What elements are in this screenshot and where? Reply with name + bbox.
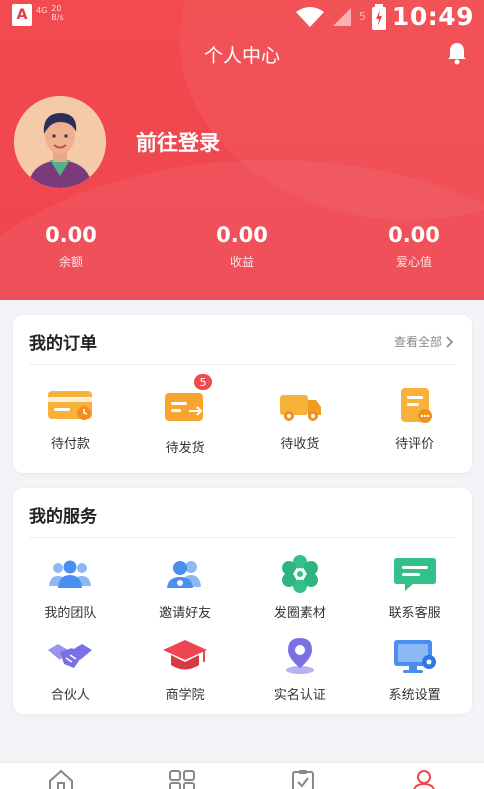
orders-card: 我的订单 查看全部 待付款 5 待发货 待收货 待评价 [13, 315, 472, 473]
order-pending-payment[interactable]: 待付款 [13, 385, 128, 456]
order-pending-review[interactable]: 待评价 [357, 385, 472, 456]
service-invite-friends[interactable]: 邀请好友 [128, 554, 243, 621]
stat-label: 收益 [229, 255, 254, 269]
services-title: 我的服务 [29, 507, 97, 527]
service-real-name-verification[interactable]: 实名认证 [243, 636, 358, 703]
service-system-settings[interactable]: 系统设置 [357, 636, 472, 703]
service-my-team[interactable]: 我的团队 [13, 554, 128, 621]
stat-value: 0.00 [388, 223, 440, 247]
service-label: 联系客服 [388, 606, 441, 621]
avatar[interactable] [14, 96, 106, 188]
graduation-cap-icon [163, 640, 208, 670]
tab-home[interactable] [0, 763, 121, 789]
service-label: 邀请好友 [159, 606, 212, 621]
services-card: 我的服务 我的团队 邀请好友 发圈素材 联系客服 合伙人 商学院 实名认证 系统… [13, 488, 472, 714]
service-partner[interactable]: 合伙人 [13, 636, 128, 703]
service-label: 系统设置 [388, 688, 441, 703]
home-icon [48, 769, 73, 789]
customer-service-chat-icon [393, 558, 436, 591]
shipment-icon [165, 393, 204, 421]
wifi-icon [295, 6, 324, 27]
invite-friend-icon [167, 561, 202, 588]
faint-status-text: 5 [358, 10, 366, 23]
tab-profile[interactable] [363, 763, 484, 789]
tab-orders[interactable] [242, 763, 363, 789]
bottom-tab-bar [0, 762, 484, 789]
status-time: 10:49 [391, 2, 474, 31]
stat-earnings[interactable]: 0.00 收益 [177, 223, 307, 270]
category-grid-icon [168, 770, 195, 789]
team-icon [49, 560, 92, 588]
view-all-orders-link[interactable]: 查看全部 [394, 333, 454, 350]
service-label: 我的团队 [44, 606, 97, 621]
review-document-icon [400, 388, 432, 423]
card-divider [29, 537, 456, 538]
order-label: 待付款 [50, 437, 90, 452]
order-label: 待评价 [395, 437, 435, 452]
service-business-school[interactable]: 商学院 [128, 636, 243, 703]
status-bar: A 4G 20 B/s 5 10:49 [0, 0, 484, 34]
card-divider [29, 364, 456, 365]
services-row-1: 我的团队 邀请好友 发圈素材 联系客服 [13, 554, 472, 621]
app-notification-icon: A [12, 4, 32, 26]
material-flower-icon [281, 555, 318, 593]
monitor-settings-icon [393, 640, 436, 673]
tab-category[interactable] [121, 763, 242, 789]
stat-balance[interactable]: 0.00 余额 [6, 223, 136, 270]
service-label: 商学院 [165, 688, 205, 703]
services-row-2: 合伙人 商学院 实名认证 系统设置 [13, 636, 472, 703]
signal-indicator: 4G [36, 6, 48, 15]
service-share-materials[interactable]: 发圈素材 [243, 554, 358, 621]
orders-title: 我的订单 [29, 334, 97, 354]
bell-icon[interactable] [444, 40, 470, 66]
profile-header: A 4G 20 B/s 5 10:49 个人中心 前往登录 0.00 余额 0.… [0, 0, 484, 300]
app-letter: A [16, 7, 28, 23]
view-all-label: 查看全部 [393, 335, 442, 349]
stat-label: 余额 [58, 255, 83, 269]
handshake-icon [48, 644, 93, 668]
net-speed-unit: B/s [51, 13, 64, 22]
wallet-card-icon [48, 391, 93, 420]
page-title: 个人中心 [203, 45, 280, 67]
net-speed-value: 20 [51, 4, 62, 13]
service-label: 合伙人 [50, 688, 90, 703]
battery-charging-icon [371, 3, 386, 30]
cellular-signal-icon [332, 7, 351, 26]
orders-grid: 待付款 5 待发货 待收货 待评价 [13, 373, 472, 456]
order-pending-receipt[interactable]: 待收货 [243, 385, 358, 456]
clipboard-check-icon [291, 770, 314, 789]
stat-love-points[interactable]: 0.00 爱心值 [349, 223, 479, 270]
delivery-truck-icon [279, 395, 321, 421]
stat-label: 爱心值 [395, 255, 432, 269]
stat-value: 0.00 [45, 223, 97, 247]
user-profile-icon [412, 770, 435, 789]
order-label: 待收货 [280, 437, 320, 452]
service-contact-support[interactable]: 联系客服 [357, 554, 472, 621]
service-label: 发圈素材 [273, 606, 326, 621]
order-label: 待发货 [165, 441, 205, 456]
login-link[interactable]: 前往登录 [136, 127, 220, 157]
service-label: 实名认证 [273, 688, 326, 703]
location-verify-icon [285, 638, 314, 674]
order-pending-shipment[interactable]: 5 待发货 [128, 373, 243, 456]
avatar-illustration [14, 96, 106, 188]
stat-value: 0.00 [216, 223, 268, 247]
shipment-count-badge: 5 [193, 373, 214, 391]
chevron-right-icon [446, 335, 454, 348]
